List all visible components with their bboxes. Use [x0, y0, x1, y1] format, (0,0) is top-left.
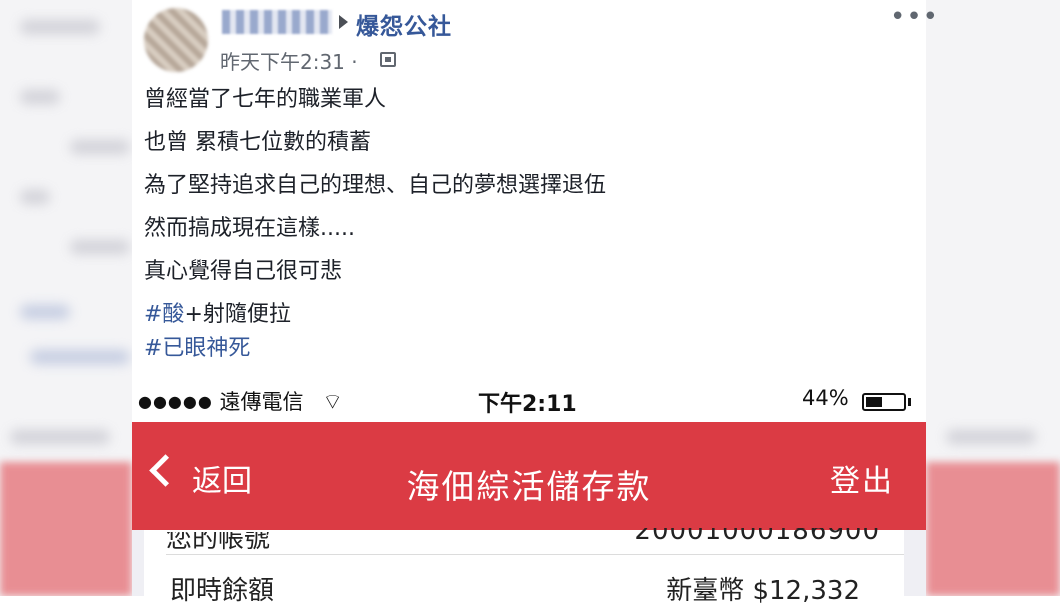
post-line: 也曾 累積七位數的積蓄	[144, 130, 371, 155]
blurred-text	[946, 430, 1036, 444]
balance-label: 即時餘額	[170, 576, 275, 606]
avatar[interactable]	[144, 8, 208, 72]
post-body: 曾經當了七年的職業軍人 也曾 累積七位數的積蓄 為了堅持追求自己的理想、自己的夢…	[144, 82, 606, 365]
blurred-text	[20, 190, 50, 204]
hashtag-suffix: +射隨便拉	[184, 302, 291, 327]
logout-button[interactable]: 登出	[830, 456, 894, 500]
author-name-blurred[interactable]	[222, 10, 332, 34]
blurred-background-left	[0, 0, 132, 596]
post-timestamp[interactable]: 昨天下午2:31 ·	[220, 46, 358, 75]
page-title: 海佃綜活儲存款	[406, 467, 652, 506]
embedded-phone-screenshot: ●●●●● 遠傳電信 ⌔ 下午2:11 44% 返回 海佃綜活儲存款 登出 您的…	[132, 380, 926, 606]
hashtag-line: #酸+射隨便拉	[144, 297, 606, 331]
blurred-text	[70, 240, 130, 254]
blurred-text	[30, 350, 130, 364]
hashtag-line: #已眼神死	[144, 331, 606, 365]
blurred-text	[20, 90, 60, 104]
post-line: 然而搞成現在這樣.....	[144, 216, 355, 241]
blurred-nav-bar	[926, 462, 1060, 596]
blurred-text	[20, 20, 100, 34]
status-time: 下午2:11	[478, 392, 577, 417]
more-options-icon[interactable]: •••	[890, 2, 939, 32]
hashtag-link[interactable]: #酸	[144, 302, 184, 327]
group-name-link[interactable]: 爆怨公社	[356, 7, 452, 41]
hashtag-link[interactable]: #已眼神死	[144, 336, 250, 361]
battery-fill	[866, 397, 882, 407]
post-line: 曾經當了七年的職業軍人	[144, 87, 387, 112]
blurred-background-right	[926, 0, 1060, 596]
wifi-icon: ⌔	[322, 390, 343, 415]
carrier-name: 遠傳電信	[219, 390, 304, 414]
signal-strength-icon: ●●●●●	[138, 392, 213, 411]
blurred-text	[70, 140, 130, 154]
battery-nub	[908, 398, 911, 406]
battery-percent: 44%	[802, 386, 849, 410]
audience-icon[interactable]	[380, 52, 396, 67]
account-card: 您的帳號 20001000186900 即時餘額 新臺幣 $12,332	[144, 528, 904, 606]
battery-icon	[862, 393, 906, 411]
row-divider	[166, 554, 904, 555]
post-line: 為了堅持追求自己的理想、自己的夢想選擇退伍	[144, 173, 607, 198]
nav-bar: 返回 海佃綜活儲存款 登出	[132, 422, 926, 530]
blurred-text	[10, 430, 110, 444]
facebook-post: 爆怨公社 昨天下午2:31 · ••• 曾經當了七年的職業軍人 也曾 累積七位數…	[132, 0, 938, 606]
status-bar: ●●●●● 遠傳電信 ⌔ 下午2:11 44%	[132, 380, 926, 422]
post-line: 真心覺得自己很可悲	[144, 259, 343, 284]
balance-value: 新臺幣 $12,332	[666, 576, 860, 606]
blurred-text	[20, 305, 70, 319]
blurred-nav-bar	[0, 462, 132, 596]
arrow-right-icon	[339, 15, 348, 29]
carrier-info: ●●●●● 遠傳電信 ⌔	[138, 386, 343, 416]
